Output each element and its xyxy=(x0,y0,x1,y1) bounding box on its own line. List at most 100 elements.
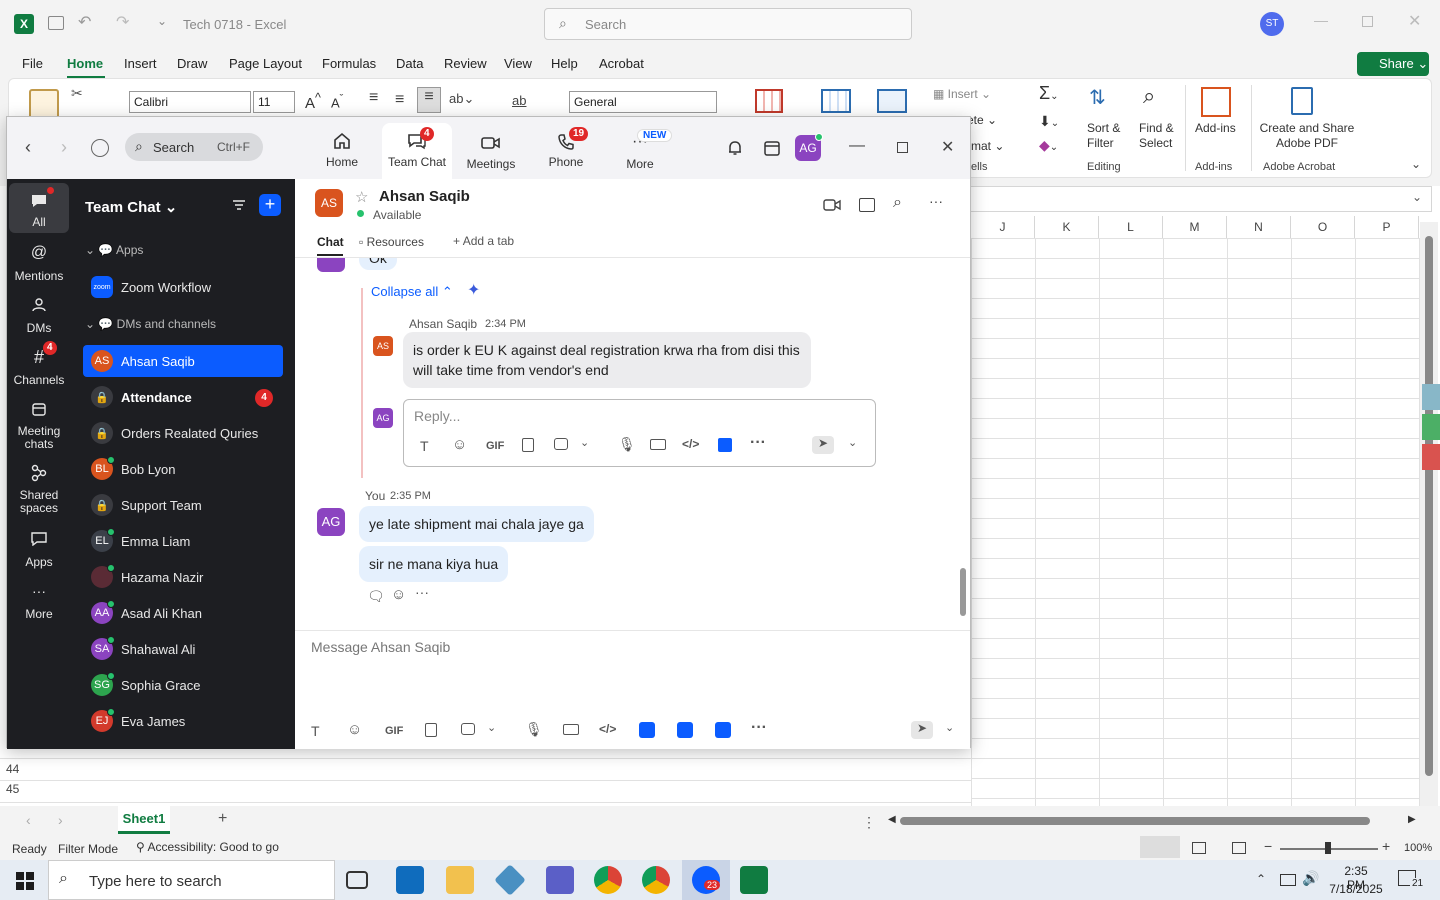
reply-box[interactable]: Reply... T ☺ GIF ⌄ 🎙 </> ··· ➤ ⌄ xyxy=(403,399,876,467)
microphone-icon[interactable]: 🎙 xyxy=(525,721,543,738)
screenshot-icon[interactable] xyxy=(554,438,568,450)
microphone-icon[interactable]: 🎙 xyxy=(618,436,636,453)
teams-icon[interactable] xyxy=(546,866,574,894)
screenshot-icon[interactable] xyxy=(461,723,475,735)
more-tools-icon[interactable]: ··· xyxy=(751,719,767,737)
column-header[interactable]: J xyxy=(971,216,1035,238)
font-name-select[interactable]: Calibri xyxy=(129,91,251,113)
rail-meeting-chats[interactable]: Meeting chats xyxy=(9,397,69,451)
message-bubble[interactable]: ye late shipment mai chala jaye ga xyxy=(359,506,594,542)
fill-icon[interactable]: ⬇⌄ xyxy=(1039,113,1059,130)
rail-apps[interactable]: Apps xyxy=(9,527,69,569)
menu-review[interactable]: Review xyxy=(444,56,487,71)
excel-icon[interactable] xyxy=(740,866,768,894)
grow-font-icon[interactable]: A^ xyxy=(305,91,321,112)
chevron-up-icon[interactable]: ⌃ xyxy=(1256,872,1266,886)
align-middle-icon[interactable]: ≡ xyxy=(395,91,404,109)
filter-icon[interactable] xyxy=(231,197,247,213)
message-bubble[interactable]: sir ne mana kiya hua xyxy=(359,546,509,582)
excel-search-box[interactable]: ⌕ Search xyxy=(544,8,912,40)
ai-sparkle-icon[interactable]: ✦ xyxy=(467,280,480,300)
sort-filter-button[interactable]: Sort & Filter xyxy=(1087,121,1120,151)
gif-icon[interactable]: GIF xyxy=(486,440,504,452)
column-header[interactable]: P xyxy=(1355,216,1419,238)
nav-team-chat[interactable]: Team Chat 4 xyxy=(382,123,452,179)
account-avatar[interactable]: ST xyxy=(1260,12,1284,36)
vertical-scrollbar[interactable] xyxy=(1420,222,1438,806)
add-tab-button[interactable]: + Add a tab xyxy=(453,234,514,248)
code-icon[interactable]: </> xyxy=(682,437,699,451)
redo-icon[interactable]: ↷ xyxy=(116,12,129,32)
calendar-icon[interactable] xyxy=(763,139,781,157)
team-chat-dropdown[interactable]: Team Chat ⌄ xyxy=(85,198,177,216)
message-composer[interactable]: Message Ahsan Saqib T ☺ GIF ⌄ 🎙 </> ··· … xyxy=(295,631,970,749)
side-pane-tab[interactable] xyxy=(1422,444,1440,470)
taskbar-date[interactable]: 7/18/2025 xyxy=(1326,882,1386,896)
delete-cells-button[interactable]: ete ⌄ xyxy=(967,113,997,127)
dms-section-header[interactable]: ⌄ 💬 DMs and channels xyxy=(85,317,216,331)
chrome-icon[interactable] xyxy=(642,866,670,894)
search-icon[interactable]: ⌕ xyxy=(893,194,902,212)
zoom-slider-thumb[interactable] xyxy=(1325,842,1331,854)
page-break-view-icon[interactable] xyxy=(1232,842,1246,854)
text-format-icon[interactable]: T xyxy=(311,723,320,739)
align-bottom-icon[interactable]: ≡ xyxy=(417,87,441,113)
apps-section-header[interactable]: ⌄ 💬 Apps xyxy=(85,243,143,257)
nav-phone[interactable]: Phone 19 xyxy=(533,125,599,175)
menu-data[interactable]: Data xyxy=(396,56,423,71)
nav-more[interactable]: ··· More NEW xyxy=(607,125,673,175)
zoom-search-box[interactable]: ⌕ Search Ctrl+F xyxy=(125,133,263,161)
collapse-all-button[interactable]: Collapse all ⌃ xyxy=(371,284,453,300)
list-item[interactable]: SG Sophia Grace xyxy=(83,669,283,701)
list-item[interactable]: SA Shahawal Ali xyxy=(83,633,283,665)
maximize-icon[interactable] xyxy=(1362,16,1373,27)
menu-acrobat[interactable]: Acrobat xyxy=(599,56,644,71)
message-bubble[interactable]: Ok xyxy=(359,258,397,270)
share-button[interactable]: Share ⌄ xyxy=(1357,52,1429,76)
customize-qat-icon[interactable]: ⌄ xyxy=(157,14,167,28)
network-icon[interactable] xyxy=(1280,874,1296,886)
next-sheet-icon[interactable]: › xyxy=(58,812,63,828)
chevron-down-icon[interactable]: ⌄ xyxy=(945,721,954,734)
scrollbar-thumb[interactable] xyxy=(960,568,966,616)
autosum-icon[interactable]: Σ⌄ xyxy=(1039,83,1059,104)
column-header[interactable]: K xyxy=(1035,216,1099,238)
cut-icon[interactable]: ✂ xyxy=(71,85,83,102)
forward-icon[interactable]: › xyxy=(61,137,67,158)
code-icon[interactable]: </> xyxy=(599,722,616,736)
column-header[interactable]: M xyxy=(1163,216,1227,238)
rail-more[interactable]: ··· More xyxy=(9,579,69,621)
file-icon[interactable] xyxy=(425,723,437,737)
accessibility-status[interactable]: ⚲ Accessibility: Good to go xyxy=(136,840,279,854)
app-icon[interactable] xyxy=(677,722,693,738)
shrink-font-icon[interactable]: Aˇ xyxy=(331,93,343,110)
expand-formula-icon[interactable]: ⌄ xyxy=(1412,190,1422,204)
collapse-ribbon-icon[interactable]: ⌄ xyxy=(1411,157,1421,171)
outlook-icon[interactable] xyxy=(396,866,424,894)
list-item[interactable]: 🔒 Attendance 4 xyxy=(83,381,283,413)
menu-home[interactable]: Home xyxy=(67,56,103,71)
zoom-out-icon[interactable]: − xyxy=(1264,838,1272,854)
rail-channels[interactable]: # Channels 4 xyxy=(9,341,69,387)
chevron-down-icon[interactable]: ⌄ xyxy=(848,436,857,449)
conditional-format-icon[interactable] xyxy=(755,89,783,113)
chat-scrollbar[interactable] xyxy=(960,262,968,628)
maximize-icon[interactable] xyxy=(897,142,908,153)
find-icon[interactable]: ⌕ xyxy=(1143,83,1155,109)
zoom-in-icon[interactable]: + xyxy=(1382,838,1390,854)
column-header[interactable]: N xyxy=(1227,216,1291,238)
tab-chat[interactable]: Chat xyxy=(317,235,344,249)
rail-mentions[interactable]: @ Mentions xyxy=(9,241,69,283)
more-options-icon[interactable]: ··· xyxy=(929,193,943,209)
list-item[interactable]: AA Asad Ali Khan xyxy=(83,597,283,629)
windows-start-icon[interactable] xyxy=(16,872,34,890)
menu-insert[interactable]: Insert xyxy=(124,56,157,71)
contact-name[interactable]: Ahsan Saqib xyxy=(379,188,470,205)
new-chat-button[interactable]: + xyxy=(259,194,281,216)
more-options-icon[interactable]: ··· xyxy=(415,584,429,600)
task-view-icon[interactable] xyxy=(346,871,368,889)
menu-page-layout[interactable]: Page Layout xyxy=(229,56,302,71)
nav-meetings[interactable]: Meetings xyxy=(458,125,524,175)
video-message-icon[interactable] xyxy=(563,724,579,735)
create-pdf-icon[interactable] xyxy=(1291,87,1313,115)
